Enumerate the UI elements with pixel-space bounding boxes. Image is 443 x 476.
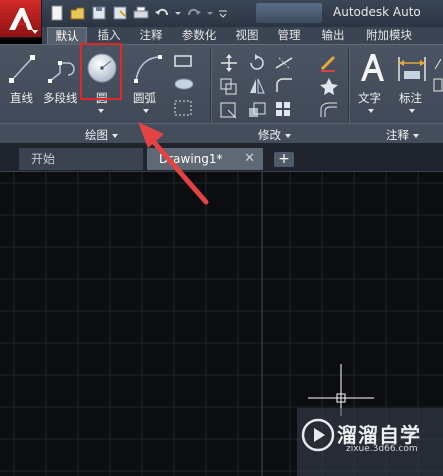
circle-tool-highlight [80,43,122,100]
erase-icon[interactable] [318,53,340,73]
hatch-icon[interactable] [172,76,196,92]
mirror-icon[interactable] [246,76,268,96]
table-icon[interactable] [433,77,443,93]
ribbon-panel: 直线 多段线 圆 圆弧 文字 标注 绘图 修改 注释 [0,44,443,144]
ribbon-tab-bar: 默认 插入 注释 参数化 视图 管理 输出 附加模块 [42,27,443,44]
save-as-icon[interactable] [111,4,129,22]
watermark-logo-icon [301,418,335,452]
new-file-icon[interactable] [48,4,66,22]
move-icon[interactable] [218,53,240,73]
workspace-switcher[interactable] [256,3,322,23]
draw-panel-title[interactable]: 绘图 [85,127,118,143]
tab-output[interactable]: 输出 [314,27,352,44]
tab-manage[interactable]: 管理 [270,27,308,44]
watermark-url: zixue.3d66.com [346,444,418,454]
dimension-icon[interactable] [395,51,429,87]
line-tool-label[interactable]: 直线 [10,90,33,106]
autocad-logo-icon [9,8,33,30]
copy-icon[interactable] [218,76,240,96]
text-dropdown-icon[interactable] [368,109,374,113]
tab-default[interactable]: 默认 [47,27,87,44]
undo-icon[interactable] [153,4,171,22]
trim-icon[interactable] [274,53,304,73]
text-icon[interactable] [356,51,386,87]
tab-start[interactable]: 开始 [19,148,143,170]
tab-parametric[interactable]: 参数化 [174,27,224,44]
new-tab-button[interactable]: + [274,152,294,167]
quick-access-toolbar [48,3,229,23]
expand-modify-panel-icon[interactable] [285,133,291,138]
tab-view[interactable]: 视图 [228,27,266,44]
expand-annotation-panel-icon[interactable] [413,133,419,138]
tab-annotate[interactable]: 注释 [132,27,170,44]
stretch-icon[interactable] [218,100,240,120]
expand-draw-panel-icon[interactable] [112,133,118,138]
leader-icon[interactable] [433,55,443,71]
circle-dropdown-icon[interactable] [98,109,104,113]
dimension-dropdown-icon[interactable] [409,109,415,113]
ribbon-panel-footer: 绘图 修改 注释 [0,123,443,144]
fillet-icon[interactable] [274,76,304,96]
open-folder-icon[interactable] [69,4,87,22]
tab-addins[interactable]: 附加模块 [358,27,420,44]
text-tool-label[interactable]: 文字 [358,90,381,106]
line-icon[interactable] [7,51,37,87]
redo-dropdown-icon[interactable] [206,4,214,22]
save-icon[interactable] [90,4,108,22]
title-bar: Autodesk Auto [0,0,443,38]
scale-icon[interactable] [246,100,268,120]
rotate-icon[interactable] [246,53,268,73]
customize-toolbar-icon[interactable] [217,4,229,22]
tab-insert[interactable]: 插入 [90,27,128,44]
document-tab-bar: 开始 Drawing1* ✕ + [0,143,443,172]
dimension-tool-label[interactable]: 标注 [399,90,422,106]
arc-icon[interactable] [132,51,164,87]
annotation-arrow [138,122,209,205]
polyline-icon[interactable] [46,51,80,87]
window-title: Autodesk Auto [333,5,421,19]
annotation-panel-title[interactable]: 注释 [386,127,419,143]
explode-icon[interactable] [318,76,340,96]
chevron-down-icon [32,30,38,34]
application-menu-button[interactable] [0,0,42,38]
modify-panel-title[interactable]: 修改 [258,127,291,143]
offset-icon[interactable] [318,100,340,120]
polyline-tool-label[interactable]: 多段线 [43,90,78,106]
array-icon[interactable] [274,100,304,120]
print-icon[interactable] [132,4,150,22]
arc-tool-label[interactable]: 圆弧 [133,90,156,106]
undo-dropdown-icon[interactable] [174,4,182,22]
redo-icon[interactable] [185,4,203,22]
close-icon[interactable]: ✕ [244,148,255,170]
rectangle-icon[interactable] [172,53,196,69]
